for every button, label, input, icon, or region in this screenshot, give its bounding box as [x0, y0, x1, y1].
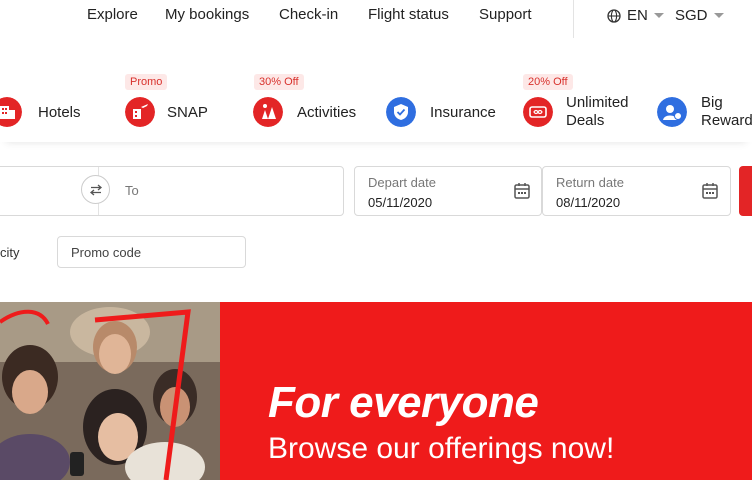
language-selector[interactable]: EN	[607, 7, 664, 24]
product-snap[interactable]: Promo SNAP	[122, 60, 232, 140]
nav-support[interactable]: Support	[479, 6, 532, 23]
depart-date-label: Depart date	[368, 175, 436, 190]
product-strip: Hotels Promo SNAP 30% Off Activities Ins…	[0, 60, 752, 142]
return-date-field[interactable]: Return date 08/11/2020	[542, 166, 731, 216]
promo-banner[interactable]: For everyone Browse our offerings now!	[0, 302, 752, 480]
swap-icon	[89, 184, 102, 195]
chevron-down-icon	[713, 13, 724, 18]
product-unlimited-deals[interactable]: 20% Off Unlimited Deals	[522, 60, 642, 140]
hotel-icon	[0, 97, 22, 127]
promo-code-field[interactable]: Promo code	[57, 236, 246, 268]
discount-badge: 20% Off	[523, 74, 573, 90]
shield-icon	[386, 97, 416, 127]
activities-icon	[253, 97, 283, 127]
calendar-icon	[702, 183, 718, 199]
product-big-rewards[interactable]: Big Rewards	[656, 60, 752, 140]
product-label-line1: Big	[701, 94, 723, 111]
route-field[interactable]: To	[0, 166, 344, 216]
city-text: city	[0, 245, 20, 260]
product-label-line2: Rewards	[701, 112, 752, 129]
currency-selector[interactable]: SGD	[675, 7, 724, 24]
language-label: EN	[627, 7, 648, 24]
friends-photo-illustration	[0, 302, 220, 480]
return-date-label: Return date	[556, 175, 624, 190]
banner-photo	[0, 302, 220, 480]
rewards-icon	[657, 97, 687, 127]
product-insurance[interactable]: Insurance	[385, 60, 505, 140]
return-date-value: 08/11/2020	[556, 195, 621, 210]
ticket-icon	[523, 97, 553, 127]
calendar-icon	[514, 183, 530, 199]
product-label-line2: Deals	[566, 112, 605, 129]
nav-flight-status[interactable]: Flight status	[368, 6, 449, 23]
banner-subline: Browse our offerings now!	[268, 432, 615, 465]
search-button[interactable]	[739, 166, 752, 216]
product-hotels[interactable]: Hotels	[0, 60, 100, 140]
promo-badge: Promo	[125, 74, 168, 90]
product-label: Activities	[297, 104, 357, 121]
promo-code-input[interactable]: Promo code	[71, 245, 141, 260]
depart-date-value: 05/11/2020	[368, 195, 433, 210]
nav-check-in[interactable]: Check-in	[279, 6, 338, 23]
swap-route-button[interactable]	[81, 175, 110, 204]
nav-explore[interactable]: Explore	[87, 6, 138, 23]
product-label: Hotels	[38, 104, 81, 121]
currency-label: SGD	[675, 7, 708, 24]
globe-icon	[607, 8, 621, 23]
product-activities[interactable]: 30% Off Activities	[252, 60, 372, 140]
nav-my-bookings[interactable]: My bookings	[165, 6, 249, 23]
depart-date-field[interactable]: Depart date 05/11/2020	[354, 166, 542, 216]
discount-badge: 30% Off	[254, 74, 304, 90]
snap-icon	[125, 97, 155, 127]
product-label: SNAP	[167, 104, 208, 121]
nav-divider	[573, 0, 574, 38]
chevron-down-icon	[653, 13, 664, 18]
product-label-line1: Unlimited	[566, 94, 629, 111]
top-navigation: Explore My bookings Check-in Flight stat…	[0, 0, 752, 38]
to-input[interactable]: To	[125, 183, 139, 198]
banner-headline: For everyone	[268, 378, 539, 427]
product-label: Insurance	[430, 104, 496, 121]
